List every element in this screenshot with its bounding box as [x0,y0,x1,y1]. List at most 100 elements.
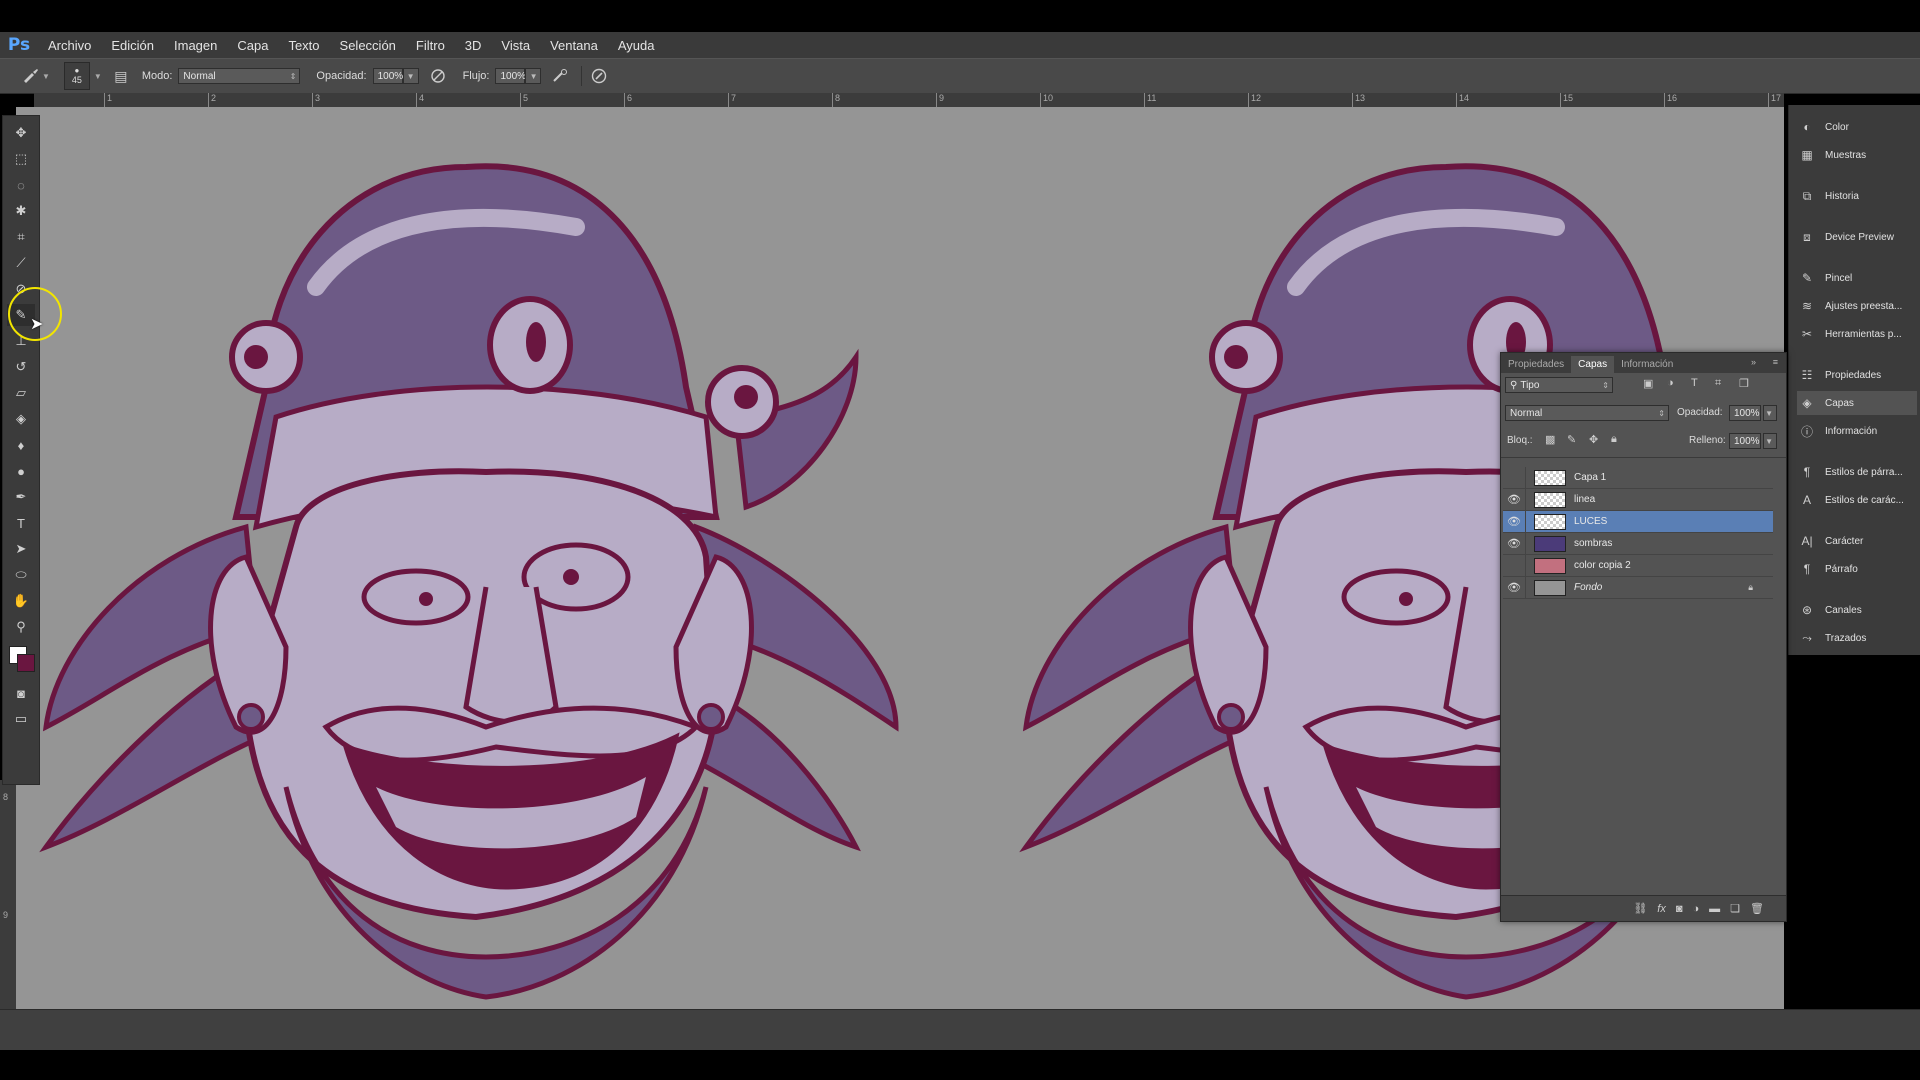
collapse-panel-icon[interactable]: » [1751,357,1756,367]
layer-opacity-input[interactable]: 100% [1729,405,1761,421]
dock-item-character-styles[interactable]: A Estilos de carác... [1797,488,1917,512]
eraser-tool-icon[interactable]: ▱ [7,382,35,404]
lasso-tool-icon[interactable]: ◌ [7,174,35,196]
eye-icon[interactable]: 👁︎ [1503,577,1526,598]
dock-item-layers[interactable]: ◈ Capas [1797,391,1917,415]
opacity-dropdown[interactable]: ▼ [402,68,419,84]
link-layers-icon[interactable]: ⛓ [1633,902,1647,915]
menu-3d[interactable]: 3D [455,38,492,53]
menu-ayuda[interactable]: Ayuda [608,38,665,53]
screen-mode-icon[interactable]: ▭ [7,708,35,730]
path-selection-tool-icon[interactable]: ➤ [7,538,35,560]
menu-vista[interactable]: Vista [491,38,540,53]
dock-item-paragraph[interactable]: ¶ Párrafo [1797,557,1917,581]
dock-item-brush[interactable]: ✎ Pincel [1797,266,1917,290]
adjustment-layer-icon[interactable]: ◑ [1693,903,1700,915]
dock-item-brush-presets[interactable]: ≋ Ajustes preesta... [1797,294,1917,318]
tab-info[interactable]: Información [1614,356,1680,373]
pressure-size-icon[interactable] [588,65,610,87]
menu-ventana[interactable]: Ventana [540,38,608,53]
crop-tool-icon[interactable]: ⌗ [7,226,35,248]
fill-input[interactable]: 100% [1729,433,1761,449]
lock-position-icon[interactable]: ✥ [1589,433,1598,446]
dock-item-history[interactable]: ⧉ Historia [1797,184,1917,208]
menu-imagen[interactable]: Imagen [164,38,227,53]
visibility-toggle-hidden[interactable] [1503,555,1526,576]
tool-preset-dropdown-icon[interactable]: ▼ [42,72,50,81]
layer-row[interactable]: 👁︎ sombras [1503,533,1773,555]
layer-row[interactable]: 👁︎ Fondo 🔒︎ [1503,577,1773,599]
dock-item-paths[interactable]: ⤳ Trazados [1797,626,1917,650]
filter-pixel-icon[interactable]: ▣ [1643,377,1653,390]
dock-item-properties[interactable]: ☷ Propiedades [1797,363,1917,387]
pen-tool-icon[interactable]: ✒ [7,486,35,508]
menu-edicion[interactable]: Edición [101,38,164,53]
eye-icon[interactable]: 👁︎ [1503,533,1526,554]
brush-picker-dropdown-icon[interactable]: ▼ [94,72,102,81]
layer-row-selected[interactable]: 👁︎ LUCES [1503,511,1773,533]
menu-seleccion[interactable]: Selección [330,38,406,53]
blur-tool-icon[interactable]: ♦ [7,434,35,456]
menu-archivo[interactable]: Archivo [38,38,101,53]
menu-texto[interactable]: Texto [278,38,329,53]
menu-filtro[interactable]: Filtro [406,38,455,53]
layer-opacity-dropdown[interactable]: ▼ [1763,405,1777,421]
tab-properties[interactable]: Propiedades [1501,356,1571,373]
menu-capa[interactable]: Capa [227,38,278,53]
history-brush-tool-icon[interactable]: ↺ [7,356,35,378]
filter-shape-icon[interactable]: ⌗ [1715,377,1721,390]
layer-row[interactable]: Capa 1 [1503,467,1773,489]
filter-smart-object-icon[interactable]: ❐ [1739,377,1749,390]
quick-mask-icon[interactable]: ◙ [7,682,35,704]
new-layer-icon[interactable]: ❏ [1730,902,1740,915]
layer-filter-select[interactable]: ⚲ Tipo ⇕ [1505,377,1613,393]
dodge-tool-icon[interactable]: ● [7,460,35,482]
dock-item-label: Capas [1825,397,1854,409]
blend-mode-select[interactable]: Normal ⇕ [1505,405,1669,421]
pressure-opacity-icon[interactable] [427,65,449,87]
layer-row[interactable]: color copia 2 [1503,555,1773,577]
flow-dropdown[interactable]: ▼ [525,68,542,84]
dock-item-character[interactable]: A| Carácter [1797,529,1917,553]
dock-item-tool-presets[interactable]: ✂ Herramientas p... [1797,322,1917,346]
add-mask-icon[interactable]: ◙ [1676,903,1683,915]
mode-select[interactable]: Normal ⇕ [178,68,301,84]
zoom-tool-icon[interactable]: ⚲ [7,616,35,638]
delete-layer-icon[interactable]: 🗑︎ [1750,902,1764,915]
hand-tool-icon[interactable]: ✋ [7,590,35,612]
filter-adjustment-icon[interactable]: ◑ [1667,377,1674,389]
visibility-toggle-hidden[interactable] [1503,467,1526,488]
brush-panel-toggle-icon[interactable]: ▤ [110,65,132,87]
marquee-tool-icon[interactable]: ⬚ [7,148,35,170]
move-tool-icon[interactable]: ✥ [7,122,35,144]
panel-menu-icon[interactable]: ≡ [1773,357,1778,367]
new-group-icon[interactable]: ▬ [1709,903,1720,915]
eye-icon[interactable]: 👁︎ [1503,489,1526,510]
lock-pixels-icon[interactable]: ✎ [1567,433,1576,446]
magic-wand-tool-icon[interactable]: ✱ [7,200,35,222]
layer-row[interactable]: 👁︎ linea [1503,489,1773,511]
ellipse-tool-icon[interactable]: ⬭ [7,564,35,586]
dock-item-device-preview[interactable]: ⧈ Device Preview [1797,225,1917,249]
background-color-swatch[interactable] [17,654,35,672]
flow-input[interactable]: 100% [495,68,526,84]
type-tool-icon[interactable]: T [7,512,35,534]
tool-preset-brush-icon[interactable] [20,65,42,87]
opacity-input[interactable]: 100% [372,68,403,84]
dock-item-swatches[interactable]: ▦ Muestras [1797,143,1917,167]
eyedropper-tool-icon[interactable]: ⟋ [7,252,35,274]
fx-icon[interactable]: fx [1657,903,1666,915]
lock-all-icon[interactable]: 🔒︎ [1611,433,1617,446]
eye-icon[interactable]: 👁︎ [1503,511,1526,532]
dock-item-paragraph-styles[interactable]: ¶ Estilos de párra... [1797,460,1917,484]
paint-bucket-tool-icon[interactable]: ◈ [7,408,35,430]
dock-item-info[interactable]: ⓘ Información [1797,419,1917,443]
dock-item-color[interactable]: ◐ Color [1797,115,1917,139]
filter-type-icon[interactable]: T [1691,377,1698,389]
dock-item-channels[interactable]: ⊛ Canales [1797,598,1917,622]
brush-size-picker[interactable]: ● 45 [63,62,90,90]
fill-dropdown[interactable]: ▼ [1763,433,1777,449]
tab-layers[interactable]: Capas [1571,356,1615,373]
lock-transparent-icon[interactable]: ▩ [1545,433,1555,446]
airbrush-icon[interactable] [549,65,571,87]
